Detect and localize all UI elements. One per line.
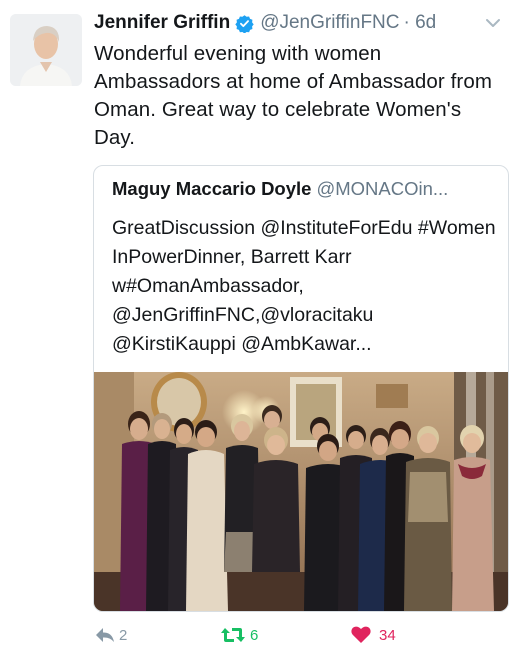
author-name[interactable]: Jennifer Griffin <box>94 12 230 34</box>
chevron-down-icon[interactable] <box>484 14 502 32</box>
author-handle[interactable]: @JenGriffinFNC <box>260 12 399 34</box>
heart-icon <box>351 626 371 644</box>
retweet-count: 6 <box>250 626 259 644</box>
quoted-author-name: Maguy Maccario Doyle <box>112 178 312 199</box>
retweet-icon <box>220 625 246 645</box>
tweet-actions: 2 6 34 <box>94 622 492 648</box>
quoted-author-handle: @MONACOin... <box>316 178 449 199</box>
tweet-header: Jennifer Griffin @JenGriffinFNC · 6d <box>94 8 502 38</box>
reply-icon <box>94 625 116 645</box>
like-count: 34 <box>379 626 396 644</box>
quoted-tweet-header: Maguy Maccario Doyle @MONACOin... <box>112 178 498 204</box>
author-avatar[interactable] <box>10 14 82 86</box>
avatar-image <box>10 14 82 86</box>
retweet-button[interactable]: 6 <box>220 622 258 648</box>
verified-badge-icon <box>235 14 254 33</box>
tweet-text: Wonderful evening with women Ambassadors… <box>94 42 493 149</box>
quoted-tweet-card[interactable]: Maguy Maccario Doyle @MONACOin... GreatDi… <box>93 165 509 612</box>
quoted-tweet-text: GreatDiscussion @InstituteForEdu #Women … <box>112 217 496 355</box>
quoted-tweet-photo[interactable] <box>94 372 508 611</box>
reply-count: 2 <box>119 626 128 644</box>
tweet-time[interactable]: · 6d <box>404 12 437 34</box>
like-button[interactable]: 34 <box>351 622 396 648</box>
reply-button[interactable]: 2 <box>94 622 127 648</box>
